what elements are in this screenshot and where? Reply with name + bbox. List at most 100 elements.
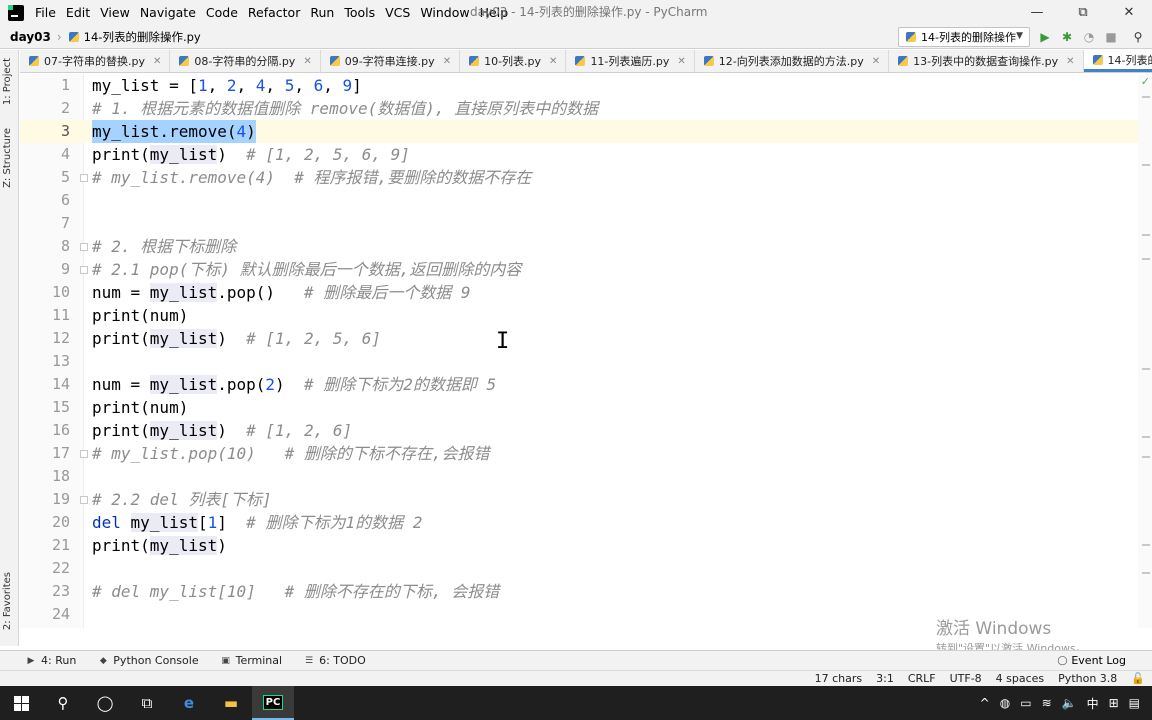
fold-icon[interactable] (80, 266, 88, 274)
menu-file[interactable]: File (30, 0, 61, 25)
terminal-icon: ▣ (221, 655, 230, 666)
fold-icon[interactable] (80, 450, 88, 458)
inspection-ok-icon[interactable]: ✓ (1141, 75, 1150, 88)
line-number: 13 (51, 352, 70, 370)
terminal-button[interactable]: ▣ Terminal (211, 654, 295, 667)
close-icon[interactable]: ✕ (677, 56, 685, 67)
menu-run[interactable]: Run (305, 0, 339, 25)
python-console-button[interactable]: ◆ Python Console (88, 654, 210, 667)
run-tool-button[interactable]: ▶ 4: Run (0, 654, 88, 667)
file-explorer-icon[interactable]: ▬ (210, 686, 252, 720)
run-icon[interactable]: ▶ (1037, 29, 1053, 45)
breadcrumb-separator-icon: › (56, 29, 62, 44)
tab-label: 07-字符串的替换.py (44, 55, 145, 68)
menu-view[interactable]: View (95, 0, 135, 25)
breadcrumb-project[interactable]: day03 (0, 30, 51, 44)
favorites-panel-tab[interactable]: 2: Favorites (2, 572, 13, 630)
fold-icon[interactable] (80, 243, 88, 251)
network-icon[interactable]: ◍ (1000, 696, 1010, 710)
stripe-marker[interactable] (1142, 96, 1150, 98)
search-icon[interactable]: ⚲ (42, 686, 84, 720)
code-editor[interactable]: 1 my_list = [1, 2, 4, 5, 6, 9] 2 # 1. 根据… (20, 74, 1152, 628)
tabs-overflow-icon[interactable]: ⌄ (1139, 54, 1148, 67)
tab-08[interactable]: 08-字符串的分隔.py ✕ (170, 50, 321, 72)
status-encoding[interactable]: UTF-8 (943, 672, 989, 685)
status-line-separator[interactable]: CRLF (901, 672, 943, 685)
editor-tabs: 07-字符串的替换.py ✕ 08-字符串的分隔.py ✕ 09-字符串连接.py ✕… (20, 50, 1152, 73)
pycharm-logo-icon: PC (262, 694, 284, 710)
line-number: 15 (51, 398, 70, 416)
menu-window[interactable]: Window (415, 0, 474, 25)
debug-icon[interactable]: ✱ (1059, 29, 1075, 45)
stripe-marker[interactable] (1142, 436, 1150, 438)
tab-09[interactable]: 09-字符串连接.py ✕ (321, 50, 461, 72)
menu-refactor[interactable]: Refactor (243, 0, 305, 25)
ime-mode-icon[interactable]: ⊞ (1109, 696, 1119, 710)
code-comment: # 2.1 pop(下标) 默认删除最后一个数据,返回删除的内容 (92, 260, 522, 279)
restore-icon[interactable]: ⧉ (1060, 0, 1106, 25)
notification-icon[interactable]: ▤ (1129, 696, 1140, 710)
close-icon[interactable]: ✕ (153, 56, 161, 67)
breadcrumb-file[interactable]: 14-列表的删除操作.py (68, 29, 201, 45)
coverage-icon[interactable]: ◔ (1081, 29, 1097, 45)
stripe-marker[interactable] (1142, 164, 1150, 166)
close-icon[interactable]: ✕ (1106, 0, 1152, 25)
code-line: 17 # my_list.pop(10) # 删除的下标不存在,会报错 (20, 442, 1152, 465)
start-button[interactable] (0, 686, 42, 720)
close-icon[interactable]: ✕ (443, 56, 451, 67)
menu-vcs[interactable]: VCS (380, 0, 415, 25)
error-stripe[interactable]: ✓ (1138, 74, 1152, 628)
event-log-button[interactable]: ◯ Event Log (1057, 654, 1126, 667)
stripe-marker[interactable] (1142, 368, 1150, 370)
tray-overflow-icon[interactable]: ^ (980, 696, 990, 710)
search-icon[interactable]: ⚲ (1130, 29, 1146, 45)
line-number: 19 (51, 490, 70, 508)
tab-label: 11-列表遍历.py (590, 55, 670, 68)
menu-tools[interactable]: Tools (339, 0, 380, 25)
tab-13[interactable]: 13-列表中的数据查询操作.py ✕ (889, 50, 1084, 72)
lock-icon[interactable]: 🔓 (1124, 672, 1152, 685)
status-caret-position[interactable]: 3:1 (869, 672, 901, 685)
task-view-icon[interactable]: ⧉ (126, 686, 168, 720)
volume-icon[interactable]: 🔈 (1062, 696, 1077, 710)
tab-10[interactable]: 10-列表.py ✕ (460, 50, 567, 72)
todo-button[interactable]: ☰ 6: TODO (294, 654, 378, 667)
fold-icon[interactable] (80, 174, 88, 182)
wifi-icon[interactable]: ≋ (1042, 696, 1052, 710)
pycharm-taskbar-icon[interactable]: PC (252, 686, 294, 720)
stripe-marker[interactable] (1142, 234, 1150, 236)
tab-07[interactable]: 07-字符串的替换.py ✕ (20, 50, 171, 72)
line-number: 1 (60, 76, 70, 94)
line-number: 9 (60, 260, 70, 278)
stripe-marker[interactable] (1142, 456, 1150, 458)
project-panel-tab[interactable]: 1: Project (2, 58, 13, 105)
close-icon[interactable]: ✕ (303, 56, 311, 67)
line-number: 10 (51, 283, 70, 301)
code-text: my_list = [1, 2, 4, 5, 6, 9] (92, 76, 362, 95)
close-icon[interactable]: ✕ (1066, 56, 1074, 67)
cortana-icon[interactable]: ◯ (84, 686, 126, 720)
stop-icon[interactable]: ■ (1103, 29, 1119, 45)
tab-11[interactable]: 11-列表遍历.py ✕ (566, 50, 695, 72)
input-method-indicator[interactable]: 中 (1087, 695, 1099, 712)
menu-edit[interactable]: Edit (61, 0, 95, 25)
close-icon[interactable]: ✕ (872, 56, 880, 67)
battery-icon[interactable]: ▭ (1020, 696, 1031, 710)
edge-browser-icon[interactable]: e (168, 686, 210, 720)
run-configuration-select[interactable]: 14-列表的删除操作 ▼ (898, 27, 1030, 47)
status-interpreter[interactable]: Python 3.8 (1051, 672, 1124, 685)
python-file-icon (468, 55, 480, 67)
menu-code[interactable]: Code (201, 0, 243, 25)
python-file-icon (178, 55, 190, 67)
stripe-marker[interactable] (1142, 258, 1150, 260)
code-line: 20 del my_list[1] # 删除下标为1的数据 2 (20, 511, 1152, 534)
tab-12[interactable]: 12-向列表添加数据的方法.py ✕ (695, 50, 890, 72)
stripe-marker[interactable] (1142, 544, 1150, 546)
stripe-marker[interactable] (1142, 572, 1150, 574)
menu-navigate[interactable]: Navigate (135, 0, 201, 25)
fold-icon[interactable] (80, 496, 88, 504)
status-indent[interactable]: 4 spaces (989, 672, 1052, 685)
close-icon[interactable]: ✕ (549, 56, 557, 67)
minimize-icon[interactable]: — (1014, 0, 1060, 25)
structure-panel-tab[interactable]: Z: Structure (2, 128, 13, 188)
